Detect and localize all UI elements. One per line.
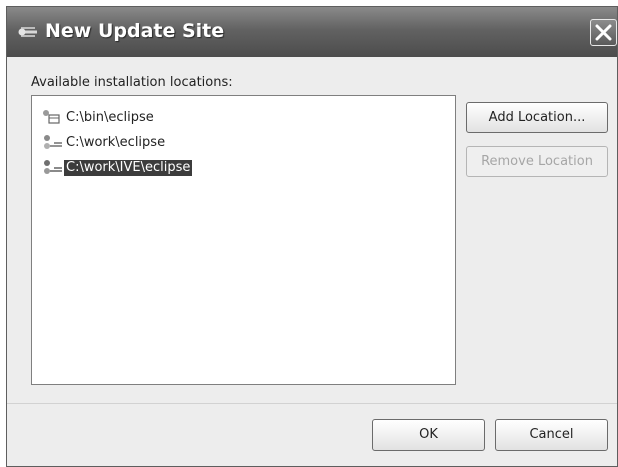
eclipse-icon xyxy=(17,24,39,40)
close-icon xyxy=(595,24,612,41)
list-item[interactable]: C:\work\IVE\eclipse xyxy=(38,158,338,178)
location-path: C:\bin\eclipse xyxy=(66,110,154,125)
new-update-site-dialog: New Update Site Available installation l… xyxy=(6,6,618,467)
close-button[interactable] xyxy=(590,19,617,46)
button-bar-separator xyxy=(7,403,617,404)
add-location-button[interactable]: Add Location... xyxy=(466,102,608,133)
dialog-title: New Update Site xyxy=(45,20,225,42)
cancel-button[interactable]: Cancel xyxy=(495,419,608,451)
location-path: C:\work\IVE\eclipse xyxy=(64,160,193,176)
location-path: C:\work\eclipse xyxy=(66,135,166,150)
ok-button[interactable]: OK xyxy=(372,419,485,451)
locations-label: Available installation locations: xyxy=(31,75,233,90)
site-folder-icon xyxy=(42,109,60,129)
remove-location-button[interactable]: Remove Location xyxy=(466,146,608,177)
site-link-icon xyxy=(42,134,64,156)
list-item[interactable]: C:\work\eclipse xyxy=(38,133,338,153)
title-bar[interactable]: New Update Site xyxy=(7,7,617,57)
installation-locations-list[interactable]: C:\bin\eclipse C:\work\eclipse C:\work\I… xyxy=(31,95,456,385)
site-link-icon xyxy=(42,159,64,181)
list-item[interactable]: C:\bin\eclipse xyxy=(38,108,338,128)
